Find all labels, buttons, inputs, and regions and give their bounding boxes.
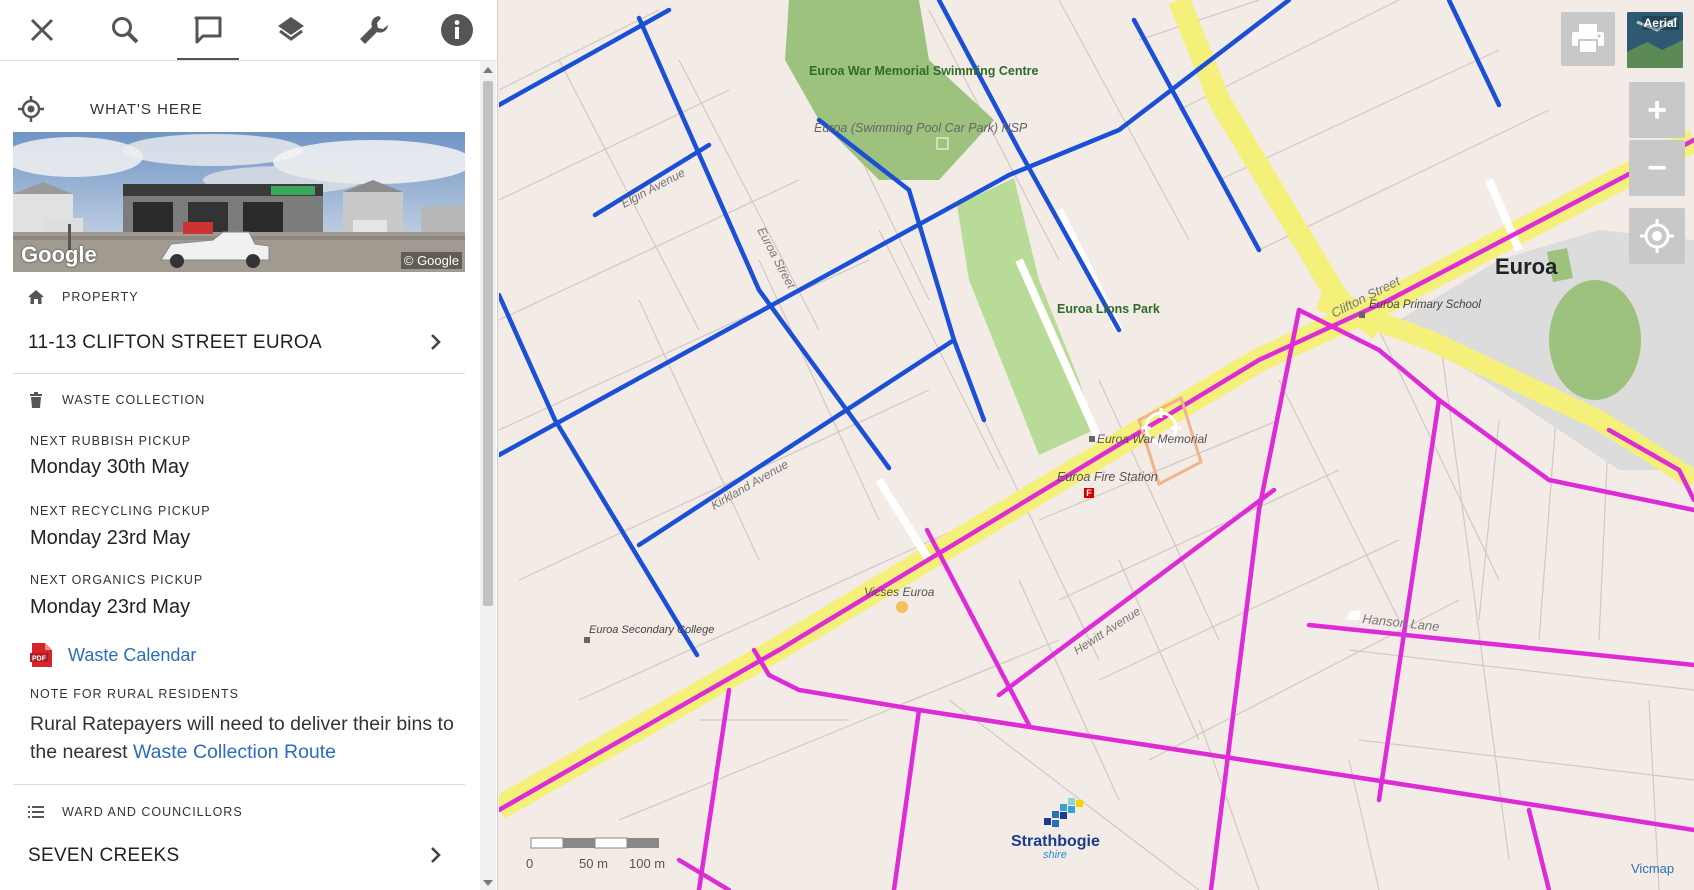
whats-here-panel: WHAT'S HERE Google © Google PROPERTY 11-…: [0, 61, 480, 890]
scroll-down-arrow[interactable]: [483, 880, 493, 886]
ward-row[interactable]: SEVEN CREEKS: [13, 832, 465, 880]
brand-line1: Strathbogie: [1011, 833, 1100, 850]
waste-calendar-link[interactable]: PDF Waste Calendar: [30, 643, 196, 667]
rural-note: Rural Ratepayers will need to deliver th…: [30, 710, 460, 766]
zoom-out-label: −: [1647, 148, 1667, 187]
pdf-icon: PDF: [30, 643, 52, 667]
whats-here-tab[interactable]: [173, 0, 243, 60]
recycling-label: NEXT RECYCLING PICKUP: [30, 504, 211, 518]
euroa-label: Euroa: [1495, 254, 1558, 279]
vicses-label: Vicses Euroa: [864, 585, 935, 599]
street-view-photo[interactable]: Google © Google: [13, 132, 465, 272]
home-icon: [28, 289, 44, 305]
google-watermark: Google: [21, 242, 97, 267]
ward-value: SEVEN CREEKS: [28, 845, 180, 866]
scroll-thumb[interactable]: [483, 81, 493, 606]
sidebar: WHAT'S HERE Google © Google PROPERTY 11-…: [0, 0, 498, 890]
ward-header-label: WARD AND COUNCILLORS: [62, 805, 243, 819]
crosshair-icon[interactable]: [18, 96, 44, 122]
aerial-toggle[interactable]: Aerial: [1627, 12, 1683, 68]
waste-calendar-label: Waste Calendar: [68, 644, 197, 665]
list-icon: [28, 804, 44, 820]
primary-school-label: Euroa Primary School: [1369, 299, 1481, 311]
ward-header: WARD AND COUNCILLORS: [28, 804, 243, 820]
waste-header-label: WASTE COLLECTION: [62, 393, 206, 407]
lions-park-label: Euroa Lions Park: [1057, 302, 1160, 316]
chevron-right-icon: [431, 334, 441, 350]
waste-header: WASTE COLLECTION: [28, 392, 205, 408]
whats-here-header: WHAT'S HERE: [0, 81, 480, 137]
copyright-label: © Google: [400, 252, 462, 269]
car-park-label: Euroa (Swimming Pool Car Park) NSP: [814, 121, 1028, 135]
fire-station-label: Euroa Fire Station: [1057, 470, 1158, 484]
rural-note-label: NOTE FOR RURAL RESIDENTS: [30, 687, 239, 701]
vicmap-label: Vicmap: [1631, 861, 1674, 876]
recycling-value: Monday 23rd May: [30, 527, 191, 549]
layers-button[interactable]: [256, 0, 326, 60]
zoom-in-label: +: [1647, 90, 1667, 129]
printer-icon: [1572, 24, 1604, 54]
svg-text:PDF: PDF: [32, 656, 47, 663]
chevron-right-icon: [431, 847, 441, 863]
trash-icon: [28, 392, 44, 408]
scroll-up-arrow[interactable]: [483, 67, 493, 73]
rubbish-value: Monday 30th May: [30, 456, 189, 478]
gps-icon: [1640, 219, 1674, 253]
close-icon: [30, 18, 53, 42]
rubbish-label: NEXT RUBBISH PICKUP: [30, 434, 192, 448]
whats-here-label: WHAT'S HERE: [90, 100, 203, 118]
school-oval: [1549, 280, 1641, 400]
brand-line2: shire: [1043, 849, 1067, 861]
property-address: 11-13 CLIFTON STREET EUROA: [28, 332, 322, 353]
zoom-out-button[interactable]: −: [1629, 140, 1685, 196]
layers-icon: [277, 17, 304, 41]
panel-scrollbar[interactable]: [480, 61, 496, 890]
property-header: PROPERTY: [28, 289, 139, 305]
toolbar: [0, 0, 497, 61]
scale-label-50: 50 m: [579, 856, 608, 871]
scale-label-100: 100 m: [629, 856, 665, 871]
info-icon: [440, 14, 473, 46]
property-row[interactable]: 11-13 CLIFTON STREET EUROA: [13, 319, 465, 367]
aerial-label: Aerial: [1641, 16, 1679, 30]
war-memorial-label: Euroa War Memorial: [1097, 432, 1207, 446]
wrench-icon: [359, 16, 388, 44]
tools-button[interactable]: [339, 0, 409, 60]
property-header-label: PROPERTY: [62, 290, 139, 304]
waste-collection-route-link[interactable]: Waste Collection Route: [133, 741, 336, 763]
close-button[interactable]: [7, 0, 77, 60]
print-button[interactable]: [1561, 12, 1615, 66]
organics-label: NEXT ORGANICS PICKUP: [30, 573, 204, 587]
secondary-college-label: Euroa Secondary College: [589, 624, 714, 636]
svg-text:F: F: [1086, 488, 1092, 498]
scale-label-0: 0: [526, 856, 533, 871]
organics-value: Monday 23rd May: [30, 596, 191, 618]
zoom-in-button[interactable]: +: [1629, 82, 1685, 138]
search-icon: [111, 17, 138, 44]
swimming-centre-label: Euroa War Memorial Swimming Centre: [809, 64, 1038, 78]
speech-bubble-icon: [194, 16, 221, 44]
info-button[interactable]: [422, 0, 492, 60]
locate-me-button[interactable]: [1629, 208, 1685, 264]
map-canvas[interactable]: F Euroa War Memorial Swimming Centre Eur…: [499, 0, 1694, 890]
search-button[interactable]: [90, 0, 160, 60]
